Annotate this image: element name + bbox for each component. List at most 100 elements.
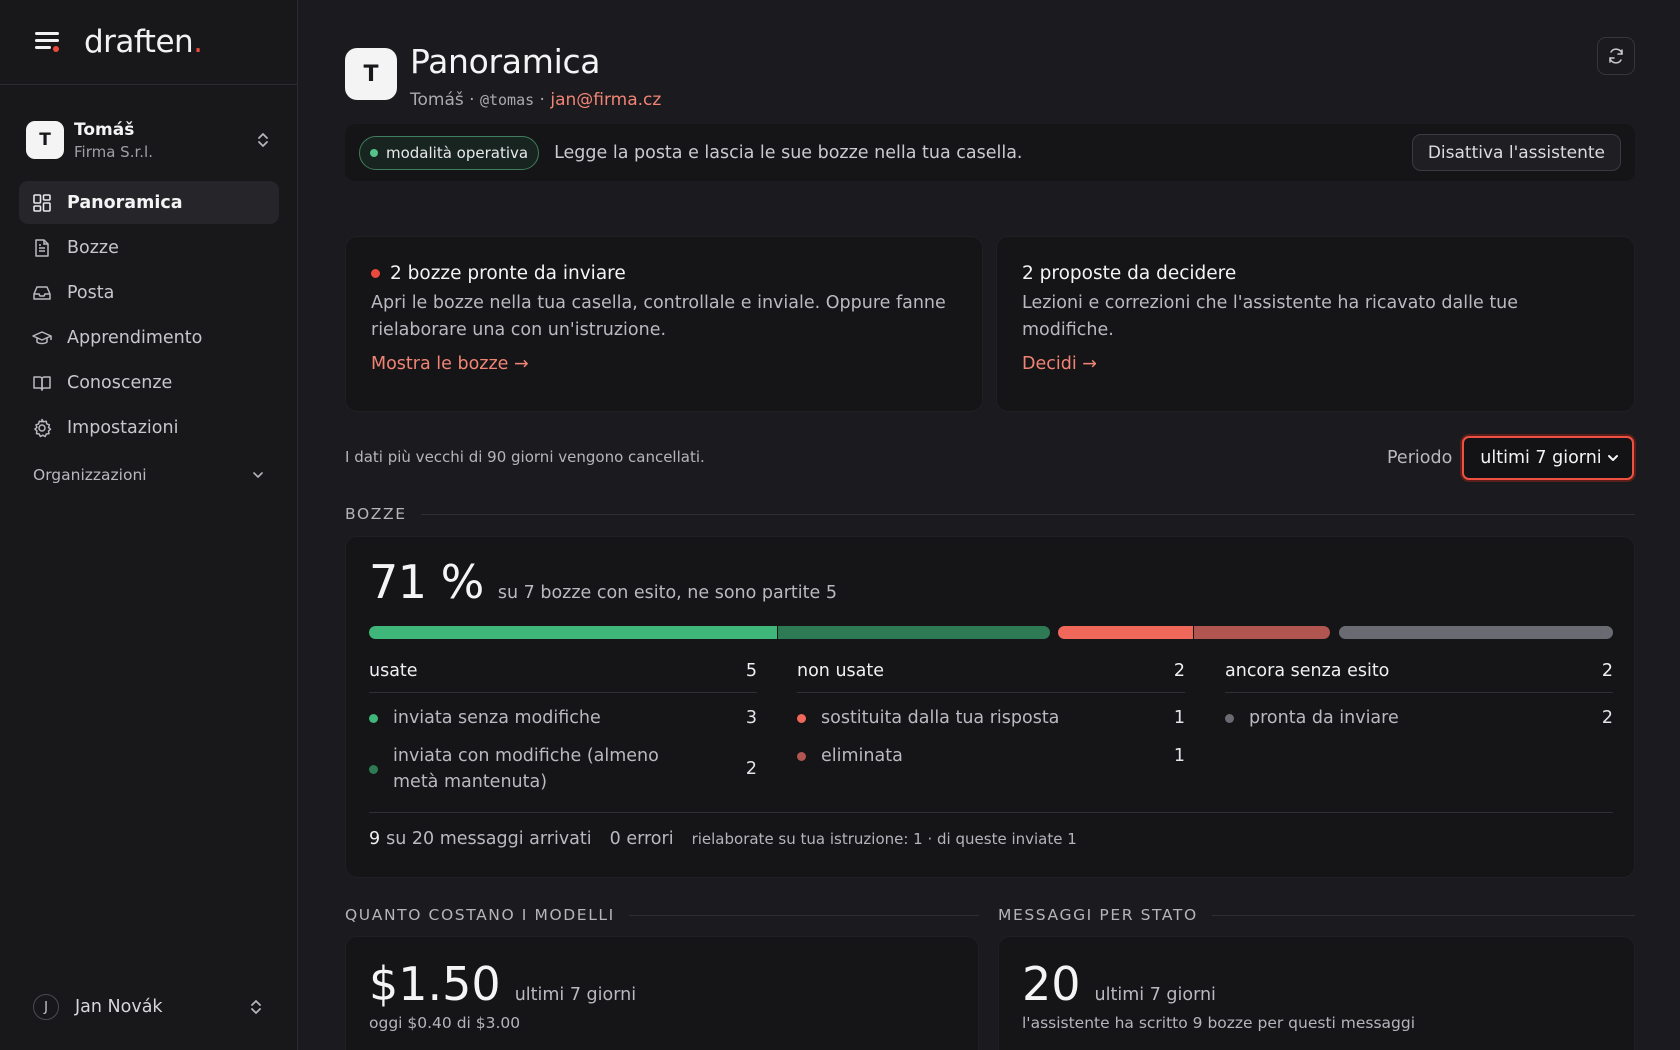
sidebar-item-panoramica[interactable]: Panoramica bbox=[19, 181, 279, 224]
retention-note: I dati più vecchi di 90 giorni vengono c… bbox=[345, 448, 705, 466]
row-label: eliminata bbox=[821, 746, 903, 766]
page-title: Panoramica bbox=[410, 42, 601, 81]
costs-period: ultimi 7 giorni bbox=[514, 985, 637, 1005]
page-header: T Panoramica Tomáš · @tomas · jan@firma.… bbox=[345, 45, 661, 110]
row-count: 3 bbox=[745, 708, 757, 728]
breakdown-column-unused: non usate 2 sostituita dalla tua risposta… bbox=[797, 661, 1185, 795]
sidebar-item-bozze[interactable]: Bozze bbox=[19, 226, 279, 269]
avatar: J bbox=[33, 994, 59, 1020]
row-label: inviata senza modifiche bbox=[393, 708, 601, 728]
column-header: non usate 2 bbox=[797, 661, 1185, 693]
org-switcher[interactable]: T Tomáš Firma S.r.l. bbox=[26, 112, 272, 168]
costs-sub: oggi $0.40 di $3.00 bbox=[369, 1014, 521, 1032]
user-name: Jan Novák bbox=[75, 997, 163, 1017]
document-icon bbox=[35, 238, 49, 257]
alert-dot bbox=[371, 269, 380, 278]
row-count: 2 bbox=[1601, 708, 1613, 728]
section-title-text: MESSAGGI PER STATO bbox=[998, 906, 1198, 924]
divider bbox=[1211, 914, 1635, 916]
row-count: 1 bbox=[1173, 708, 1185, 728]
sidebar-item-label: Posta bbox=[67, 282, 115, 303]
sidebar-item-label: Apprendimento bbox=[67, 327, 203, 348]
drafts-breakdown: usate 5 inviata senza modifiche 3 inviata… bbox=[369, 661, 1613, 795]
user-menu[interactable]: J Jan Novák bbox=[33, 994, 265, 1020]
status-dot bbox=[797, 751, 806, 761]
chevron-down-icon bbox=[1608, 455, 1619, 461]
breakdown-column-pending: ancora senza esito 2 pronta da inviare 2 bbox=[1225, 661, 1613, 795]
drafts-ready-title: 2 bozze pronte da inviare bbox=[371, 263, 957, 284]
column-title: usate bbox=[369, 661, 418, 681]
card-title-text: 2 bozze pronte da inviare bbox=[390, 263, 626, 284]
show-drafts-link[interactable]: Mostra le bozze → bbox=[371, 354, 529, 374]
sidebar-item-apprendimento[interactable]: Apprendimento bbox=[19, 316, 279, 359]
refresh-button[interactable] bbox=[1597, 37, 1635, 75]
column-count: 5 bbox=[745, 661, 757, 681]
profile-handle: @tomas bbox=[479, 91, 535, 109]
row-label: sostituita dalla tua risposta bbox=[821, 708, 1060, 728]
bar-segment-sent-modified bbox=[778, 626, 1050, 639]
avatar: T bbox=[345, 48, 397, 100]
breakdown-column-used: usate 5 inviata senza modifiche 3 inviata… bbox=[369, 661, 757, 795]
org-avatar: T bbox=[26, 121, 64, 159]
profile-name: Tomáš bbox=[410, 90, 464, 110]
drafts-stats-card: 71 % su 7 bozze con esito, ne sono parti… bbox=[345, 536, 1635, 878]
column-count: 2 bbox=[1173, 661, 1185, 681]
messages-sub: l'assistente ha scritto 9 bozze per ques… bbox=[1022, 1014, 1416, 1032]
decide-link[interactable]: Decidi → bbox=[1022, 354, 1097, 374]
messages-value: 20 bbox=[1022, 957, 1081, 1011]
sidebar-item-impostazioni[interactable]: Impostazioni bbox=[19, 406, 279, 449]
list-item: eliminata 1 bbox=[797, 743, 1185, 769]
drafts-rate: 71 % su 7 bozze con esito, ne sono parti… bbox=[369, 555, 837, 609]
chevron-down-icon bbox=[253, 472, 263, 478]
status-badge-label: modalità operativa bbox=[386, 143, 529, 162]
period-label: Periodo bbox=[1387, 448, 1453, 468]
row-count: 1 bbox=[1173, 746, 1185, 766]
proposals-card: 2 proposte da decidere Lezioni e correzi… bbox=[996, 236, 1635, 412]
sidebar-item-label: Panoramica bbox=[67, 192, 183, 213]
bar-segment-replaced bbox=[1058, 626, 1193, 639]
dashboard-icon bbox=[33, 193, 51, 212]
sidebar: draften. T Tomáš Firma S.r.l. Panoramica… bbox=[0, 0, 298, 1050]
bar-segment-deleted bbox=[1194, 626, 1330, 639]
sidebar-item-posta[interactable]: Posta bbox=[19, 271, 279, 314]
messages-kpi: 20 ultimi 7 giorni bbox=[1022, 957, 1216, 1011]
status-dot bbox=[797, 713, 806, 723]
sidebar-item-label: Impostazioni bbox=[67, 417, 179, 438]
refresh-icon bbox=[1609, 48, 1623, 64]
menu-icon[interactable] bbox=[34, 28, 62, 56]
book-icon bbox=[33, 375, 51, 391]
status-dot bbox=[369, 713, 378, 723]
list-item: sostituita dalla tua risposta 1 bbox=[797, 705, 1185, 731]
brand-logo[interactable]: draften. bbox=[84, 24, 203, 60]
proposals-text: Lezioni e correzioni che l'assistente ha… bbox=[1022, 293, 1519, 340]
period-select[interactable]: ultimi 7 giorni bbox=[1462, 436, 1635, 480]
sidebar-nav: Panoramica Bozze Posta Apprendimento Con… bbox=[19, 181, 279, 451]
costs-kpi: $1.50 ultimi 7 giorni bbox=[369, 957, 636, 1011]
assistant-mode-bar: modalità operativa Legge la posta e lasc… bbox=[345, 124, 1635, 181]
sidebar-item-conoscenze[interactable]: Conoscenze bbox=[19, 361, 279, 404]
org-user-name: Tomáš bbox=[74, 119, 135, 140]
organizations-label: Organizzazioni bbox=[33, 466, 147, 484]
section-title-text: QUANTO COSTANO I MODELLI bbox=[345, 906, 615, 924]
bar-segment-pending bbox=[1339, 626, 1613, 639]
profile-email-link[interactable]: jan@firma.cz bbox=[550, 90, 661, 110]
drafts-ready-text: Apri le bozze nella tua casella, control… bbox=[371, 293, 946, 340]
costs-card: $1.50 ultimi 7 giorni oggi $0.40 di $3.0… bbox=[345, 936, 979, 1050]
row-label: pronta da inviare bbox=[1249, 708, 1399, 728]
messages-card: 20 ultimi 7 giorni l'assistente ha scrit… bbox=[998, 936, 1635, 1050]
profile-meta: Tomáš · @tomas · jan@firma.cz bbox=[410, 90, 661, 110]
status-dot bbox=[370, 148, 378, 157]
column-header: usate 5 bbox=[369, 661, 757, 693]
proposals-title: 2 proposte da decidere bbox=[1022, 263, 1237, 284]
row-label: inviata con modifiche (almeno metà mante… bbox=[393, 746, 659, 792]
status-badge: modalità operativa bbox=[359, 135, 540, 170]
organizations-toggle[interactable]: Organizzazioni bbox=[33, 466, 265, 484]
chevron-updown-icon bbox=[258, 133, 268, 147]
sidebar-item-label: Conoscenze bbox=[67, 372, 173, 393]
disable-assistant-button[interactable]: Disattiva l'assistente bbox=[1411, 134, 1621, 171]
column-header: ancora senza esito 2 bbox=[1225, 661, 1613, 693]
period-select-value: ultimi 7 giorni bbox=[1480, 448, 1602, 468]
column-title: ancora senza esito bbox=[1225, 661, 1390, 681]
graduation-cap-icon bbox=[32, 330, 52, 344]
drafts-rate-value: 71 % bbox=[369, 555, 484, 609]
